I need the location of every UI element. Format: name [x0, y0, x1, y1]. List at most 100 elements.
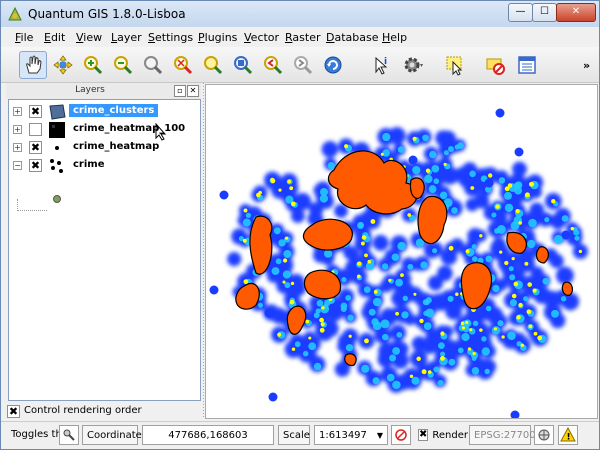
- layer-row-crime-clusters[interactable]: + ✖ crime_clusters: [9, 103, 200, 141]
- layer-row-crime[interactable]: − ✖ crime: [9, 157, 200, 175]
- warning-icon[interactable]: !: [558, 425, 578, 445]
- menu-vector[interactable]: Vector: [244, 31, 279, 44]
- expand-toggle[interactable]: +: [13, 125, 22, 134]
- heat-cell-mid: [424, 174, 433, 184]
- pan-icon[interactable]: [19, 51, 47, 79]
- menu-plugins[interactable]: Plugins: [198, 31, 237, 44]
- render-checkbox[interactable]: ✖: [418, 429, 429, 441]
- layer-row-crime-heatmap-100[interactable]: + crime_heatmap_100: [9, 121, 200, 139]
- heat-cell-mid: [429, 150, 437, 159]
- menu-view[interactable]: View: [76, 31, 102, 44]
- maximize-button[interactable]: ☐: [532, 3, 557, 22]
- close-button[interactable]: ✕: [556, 3, 596, 22]
- heat-cell-mid: [320, 304, 330, 314]
- heat-cell-low: [512, 161, 527, 177]
- heat-cell-high: [400, 273, 404, 277]
- float-panel-button[interactable]: ▫: [174, 85, 186, 97]
- action-gear-icon[interactable]: [399, 51, 427, 79]
- expand-toggle[interactable]: −: [13, 161, 22, 170]
- qgis-window: Quantum GIS 1.8.0-Lisboa — ☐ ✕ File Edit…: [0, 0, 600, 450]
- refresh-icon[interactable]: [319, 51, 347, 79]
- heat-cell-high: [291, 347, 296, 351]
- layer-visibility-checkbox[interactable]: [29, 123, 42, 136]
- menu-help[interactable]: Help: [382, 31, 407, 44]
- heat-cell-high: [443, 162, 447, 166]
- crs-globe-icon[interactable]: [534, 425, 554, 445]
- heat-cell-mid: [573, 229, 580, 236]
- pan-to-selection-icon[interactable]: [49, 51, 77, 79]
- heat-cell-mid: [257, 302, 264, 308]
- raster-layer-icon: [49, 122, 65, 138]
- heat-cell-mid: [439, 191, 448, 200]
- layer-visibility-checkbox[interactable]: ✖: [29, 105, 42, 118]
- zoom-next-icon[interactable]: [259, 51, 287, 79]
- zoom-last-icon[interactable]: [229, 51, 257, 79]
- window-title: Quantum GIS 1.8.0-Lisboa: [28, 7, 186, 21]
- heat-cell-mid: [504, 203, 514, 212]
- heat-cell-mid: [245, 212, 252, 219]
- heat-cell-mid: [433, 178, 440, 185]
- heat-cell-mid: [381, 263, 389, 270]
- heat-cell-low: [529, 202, 545, 218]
- heat-cell-high: [532, 288, 537, 293]
- heat-cell-mid: [448, 146, 454, 152]
- layers-panel-header: Layers ▫ ✕: [6, 83, 201, 99]
- heat-cell-mid: [560, 296, 567, 302]
- stop-rendering-icon[interactable]: [391, 425, 411, 445]
- heat-cell-mid: [447, 295, 454, 302]
- heat-cell-high: [270, 178, 276, 184]
- layers-panel: Layers ▫ ✕ + ✖ crime_clusters + crime_he…: [6, 83, 201, 401]
- heat-cell-high: [537, 335, 543, 341]
- select-icon[interactable]: [441, 51, 469, 79]
- heat-cell-mid: [382, 333, 389, 341]
- heat-cell-low: [372, 234, 389, 251]
- close-panel-button[interactable]: ✕: [187, 85, 199, 97]
- zoom-to-layer-icon[interactable]: [199, 51, 227, 79]
- menu-edit[interactable]: Edit: [44, 31, 65, 44]
- menu-settings[interactable]: Settings: [148, 31, 193, 44]
- layer-visibility-checkbox[interactable]: ✖: [29, 141, 42, 154]
- menu-layer[interactable]: Layer: [111, 31, 142, 44]
- render-toggle[interactable]: ✖ Render: [414, 425, 468, 445]
- heat-cell-high: [256, 192, 261, 198]
- expand-toggle[interactable]: +: [13, 107, 22, 116]
- heat-cell-mid: [392, 380, 401, 390]
- heat-cell-mid: [481, 336, 487, 342]
- rendering-order-checkbox[interactable]: ✖: [7, 405, 20, 418]
- toolbar-overflow-button[interactable]: »: [583, 59, 590, 72]
- heat-cell-mid: [283, 249, 292, 259]
- layer-visibility-checkbox[interactable]: ✖: [29, 159, 42, 172]
- chevron-down-icon[interactable]: ▼: [377, 431, 383, 440]
- zoom-full-icon[interactable]: [139, 51, 167, 79]
- heat-cell-mid: [472, 320, 479, 327]
- attribute-table-icon[interactable]: [513, 51, 541, 79]
- identify-icon[interactable]: i: [367, 51, 395, 79]
- zoom-to-selection-icon[interactable]: [169, 51, 197, 79]
- heat-cell-mid: [544, 217, 550, 223]
- map-canvas[interactable]: [205, 84, 598, 419]
- toggle-extents-icon[interactable]: [59, 425, 79, 445]
- zoom-in-icon[interactable]: [79, 51, 107, 79]
- heat-cell-low: [290, 208, 305, 223]
- zoom-out-icon[interactable]: [109, 51, 137, 79]
- menu-database[interactable]: Database: [326, 31, 379, 44]
- crime-cluster-polygon: [344, 353, 357, 366]
- expand-toggle[interactable]: +: [13, 143, 22, 152]
- zoom-back-icon[interactable]: [289, 51, 317, 79]
- minimize-button[interactable]: —: [508, 3, 533, 22]
- menu-raster[interactable]: Raster: [285, 31, 320, 44]
- coordinate-field[interactable]: 477686,168603: [142, 425, 274, 445]
- heat-cell-high: [499, 250, 503, 254]
- layer-row-crime-heatmap[interactable]: + ✖ crime_heatmap: [9, 139, 200, 157]
- crs-button[interactable]: EPSG:27700: [469, 425, 536, 445]
- heat-cell-low: [227, 252, 242, 267]
- deselect-icon[interactable]: [481, 51, 509, 79]
- menu-file[interactable]: File: [15, 31, 33, 44]
- heat-cell-mid: [273, 227, 281, 235]
- heat-cell-high: [465, 249, 470, 254]
- point-layer-icon: [50, 159, 63, 173]
- heat-cell-high: [461, 326, 466, 330]
- scale-combobox[interactable]: 1:613497 ▼: [314, 425, 388, 445]
- heat-cell-mid: [372, 377, 380, 385]
- heat-cell-low: [343, 245, 357, 260]
